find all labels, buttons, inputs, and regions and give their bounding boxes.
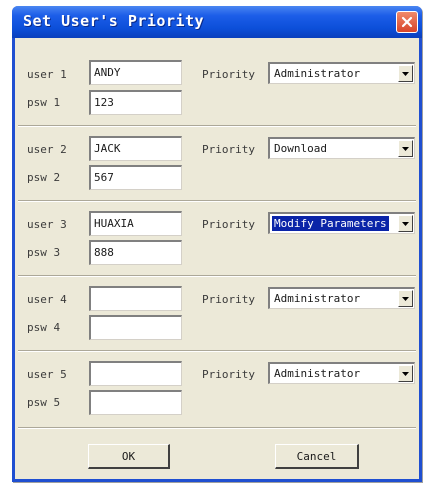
priority-select-1[interactable]: Administrator (268, 62, 415, 84)
divider-2 (18, 200, 416, 202)
user-field-3[interactable]: HUAXIA (89, 211, 182, 236)
psw-label-3: psw 3 (27, 246, 61, 259)
dropdown-button-4[interactable] (398, 290, 413, 307)
user-field-5[interactable] (89, 361, 182, 386)
priority-label-2: Priority (202, 143, 255, 156)
priority-label-1: Priority (202, 68, 255, 81)
user-field-1[interactable]: ANDY (89, 60, 182, 85)
priority-select-3[interactable]: Modify Parameters (268, 212, 415, 234)
ok-button[interactable]: OK (88, 444, 170, 469)
chevron-down-icon (402, 371, 409, 376)
user-label-4: user 4 (27, 293, 67, 306)
divider-5 (18, 427, 416, 429)
dropdown-button-2[interactable] (398, 140, 413, 157)
user-label-1: user 1 (27, 68, 67, 81)
priority-label-4: Priority (202, 293, 255, 306)
psw-label-5: psw 5 (27, 396, 61, 409)
priority-value-2: Download (274, 142, 327, 155)
psw-field-3[interactable]: 888 (89, 240, 182, 265)
priority-value-4: Administrator (274, 292, 361, 305)
chevron-down-icon (402, 296, 409, 301)
priority-label-3: Priority (202, 218, 255, 231)
window-title: Set User's Priority (23, 12, 205, 30)
divider-1 (18, 125, 416, 127)
psw-label-1: psw 1 (27, 96, 61, 109)
priority-select-4[interactable]: Administrator (268, 287, 415, 309)
priority-value-1: Administrator (274, 67, 361, 80)
user-label-5: user 5 (27, 368, 67, 381)
set-user-priority-dialog: Set User's Priority user 1 ANDY psw 1 12… (12, 6, 422, 482)
dropdown-button-5[interactable] (398, 365, 413, 382)
psw-field-4[interactable] (89, 315, 182, 340)
priority-value-5: Administrator (274, 367, 361, 380)
dropdown-button-1[interactable] (398, 65, 413, 82)
psw-field-1[interactable]: 123 (89, 90, 182, 115)
chevron-down-icon (402, 71, 409, 76)
psw-label-2: psw 2 (27, 171, 61, 184)
priority-value-3: Modify Parameters (271, 215, 390, 232)
chevron-down-icon (402, 146, 409, 151)
user-label-2: user 2 (27, 143, 67, 156)
close-icon (401, 16, 413, 28)
user-field-2[interactable]: JACK (89, 136, 182, 161)
psw-label-4: psw 4 (27, 321, 61, 334)
priority-select-2[interactable]: Download (268, 137, 415, 159)
cancel-button[interactable]: Cancel (275, 444, 359, 469)
psw-field-5[interactable] (89, 390, 182, 415)
user-field-4[interactable] (89, 286, 182, 311)
priority-select-5[interactable]: Administrator (268, 362, 415, 384)
dropdown-button-3[interactable] (398, 215, 413, 232)
close-button[interactable] (396, 11, 418, 33)
divider-3 (18, 275, 416, 277)
psw-field-2[interactable]: 567 (89, 165, 182, 190)
divider-4 (18, 350, 416, 352)
user-label-3: user 3 (27, 218, 67, 231)
priority-label-5: Priority (202, 368, 255, 381)
chevron-down-icon (402, 221, 409, 226)
title-bar[interactable]: Set User's Priority (12, 6, 422, 38)
